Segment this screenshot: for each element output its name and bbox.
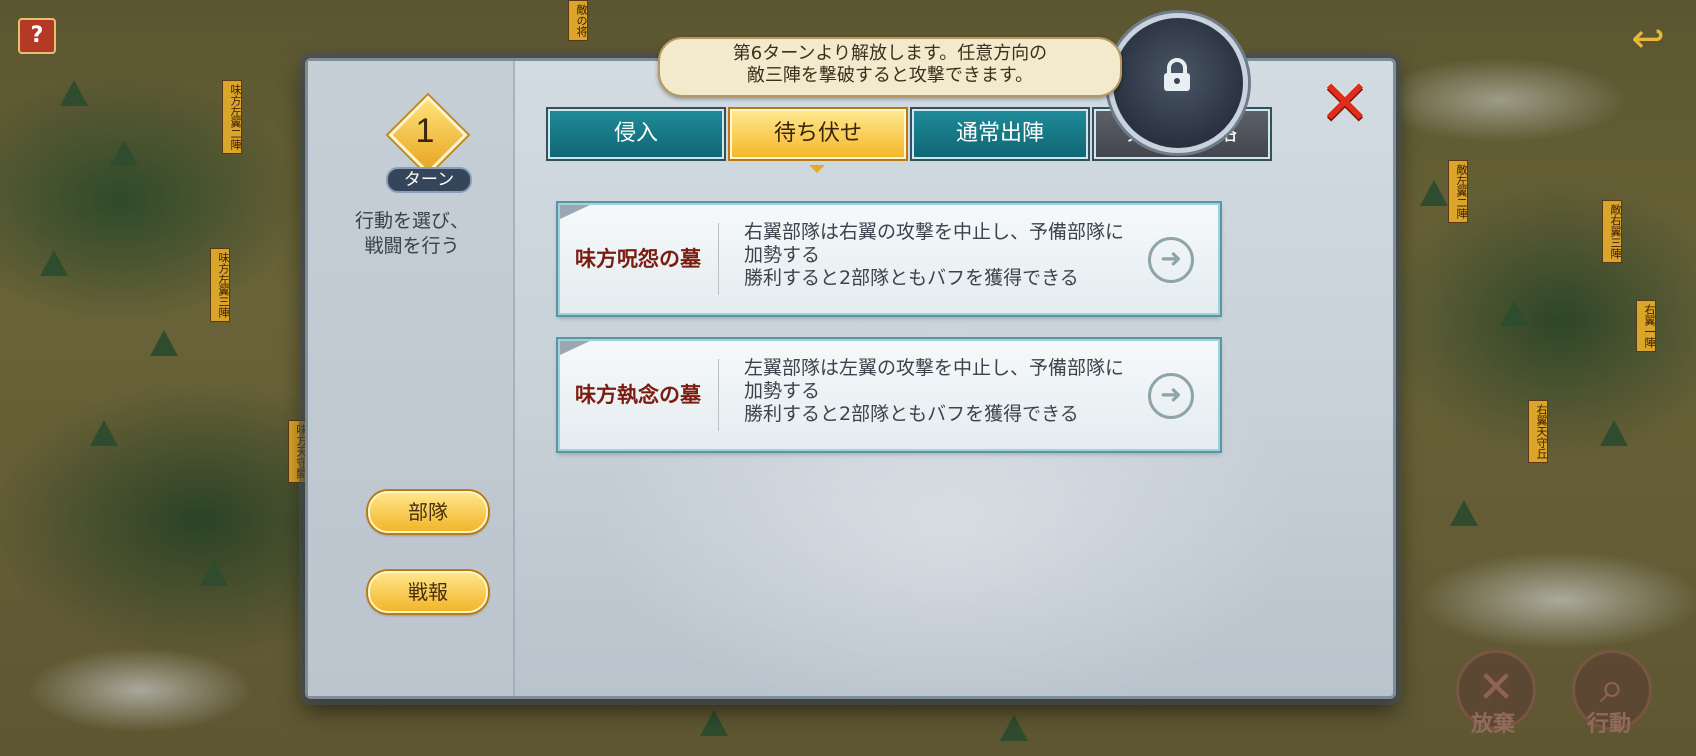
map-tree (110, 140, 138, 166)
card-title: 味方呪怨の墓 (575, 246, 701, 271)
tooltip-line: 第6ターンより解放します。任意方向の (732, 43, 1048, 64)
card-description: 左翼部隊は左翼の攻撃を中止し、予備部隊に 加勢する 勝利すると2部隊ともバフを獲… (744, 357, 1144, 426)
locked-castle-medallion (1108, 13, 1248, 153)
tooltip-line: 敵三陣を撃破すると攻撃できます。 (746, 65, 1034, 86)
help-button[interactable]: ? (18, 18, 56, 54)
battle-report-button[interactable]: 戦報 (368, 571, 488, 613)
map-tree (1000, 715, 1028, 741)
map-tree (60, 80, 88, 106)
map-tree (1450, 500, 1478, 526)
map-tree (1420, 180, 1448, 206)
card-divider (718, 359, 719, 431)
turn-instructions: 行動を選び、 戦闘を行う (322, 209, 502, 259)
map-flag[interactable]: 味方左翼二陣 (222, 80, 242, 154)
tab-invade[interactable]: 侵入 (548, 109, 724, 159)
card-description: 右翼部隊は右翼の攻撃を中止し、予備部隊に 加勢する 勝利すると2部隊ともバフを獲… (744, 221, 1144, 290)
ambush-option-card[interactable]: 味方呪怨の墓 右翼部隊は右翼の攻撃を中止し、予備部隊に 加勢する 勝利すると2部… (558, 203, 1220, 315)
abandon-button-label[interactable]: 放棄 (1448, 706, 1538, 738)
active-tab-pointer (809, 165, 825, 173)
map-tree (700, 710, 728, 736)
map-tree (150, 330, 178, 356)
action-button-label[interactable]: 行動 (1564, 706, 1654, 738)
turn-sidebar: 1 ターン 行動を選び、 戦闘を行う 部隊 戦報 (308, 61, 515, 696)
tab-normal-sortie[interactable]: 通常出陣 (912, 109, 1088, 159)
arrow-right-icon[interactable]: ➜ (1148, 373, 1194, 419)
unlock-tooltip: 第6ターンより解放します。任意方向の 敵三陣を撃破すると攻撃できます。 (658, 37, 1122, 97)
map-flag[interactable]: 味方左翼三陣 (210, 248, 230, 322)
map-tree (40, 250, 68, 276)
lock-icon (1164, 58, 1190, 91)
turn-instructions-line: 行動を選び、 (354, 210, 469, 232)
map-flag[interactable]: 敵左翼二陣 (1448, 160, 1468, 223)
map-flag[interactable]: 敵の将 (568, 0, 588, 41)
card-description-line: 勝利すると2部隊ともバフを獲得できる (744, 267, 1079, 289)
card-description-line: 加勢する (744, 244, 821, 266)
tooltip-tail (1083, 81, 1103, 95)
card-description-line: 左翼部隊は左翼の攻撃を中止し、予備部隊に (744, 357, 1125, 379)
turn-label: ターン (386, 167, 472, 193)
card-title: 味方執念の墓 (575, 382, 701, 407)
map-flag[interactable]: 右翼一陣 (1636, 300, 1656, 352)
map-tree (200, 560, 228, 586)
card-description-line: 勝利すると2部隊ともバフを獲得できる (744, 403, 1079, 425)
action-select-panel: 1 ターン 行動を選び、 戦闘を行う 部隊 戦報 侵入 待ち伏せ 通常出陣 天守… (305, 13, 1396, 699)
card-divider (718, 223, 719, 295)
close-icon[interactable]: ✕ (1317, 72, 1373, 134)
arrow-right-icon[interactable]: ➜ (1148, 237, 1194, 283)
map-flag[interactable]: 敵右翼三陣 (1602, 200, 1622, 263)
map-tree (1600, 420, 1628, 446)
card-description-line: 加勢する (744, 380, 821, 402)
turn-number: 1 (415, 112, 435, 150)
card-description-line: 右翼部隊は右翼の攻撃を中止し、予備部隊に (744, 221, 1125, 243)
tab-ambush[interactable]: 待ち伏せ (730, 109, 906, 159)
ambush-option-card[interactable]: 味方執念の墓 左翼部隊は左翼の攻撃を中止し、予備部隊に 加勢する 勝利すると2部… (558, 339, 1220, 451)
map-tree (90, 420, 118, 446)
map-flag[interactable]: 右翼天守丘 (1528, 400, 1548, 463)
units-button[interactable]: 部隊 (368, 491, 488, 533)
back-arrow-icon[interactable]: ↩ (1618, 19, 1678, 59)
map-tree (1500, 300, 1528, 326)
turn-instructions-line: 戦闘を行う (364, 235, 460, 257)
